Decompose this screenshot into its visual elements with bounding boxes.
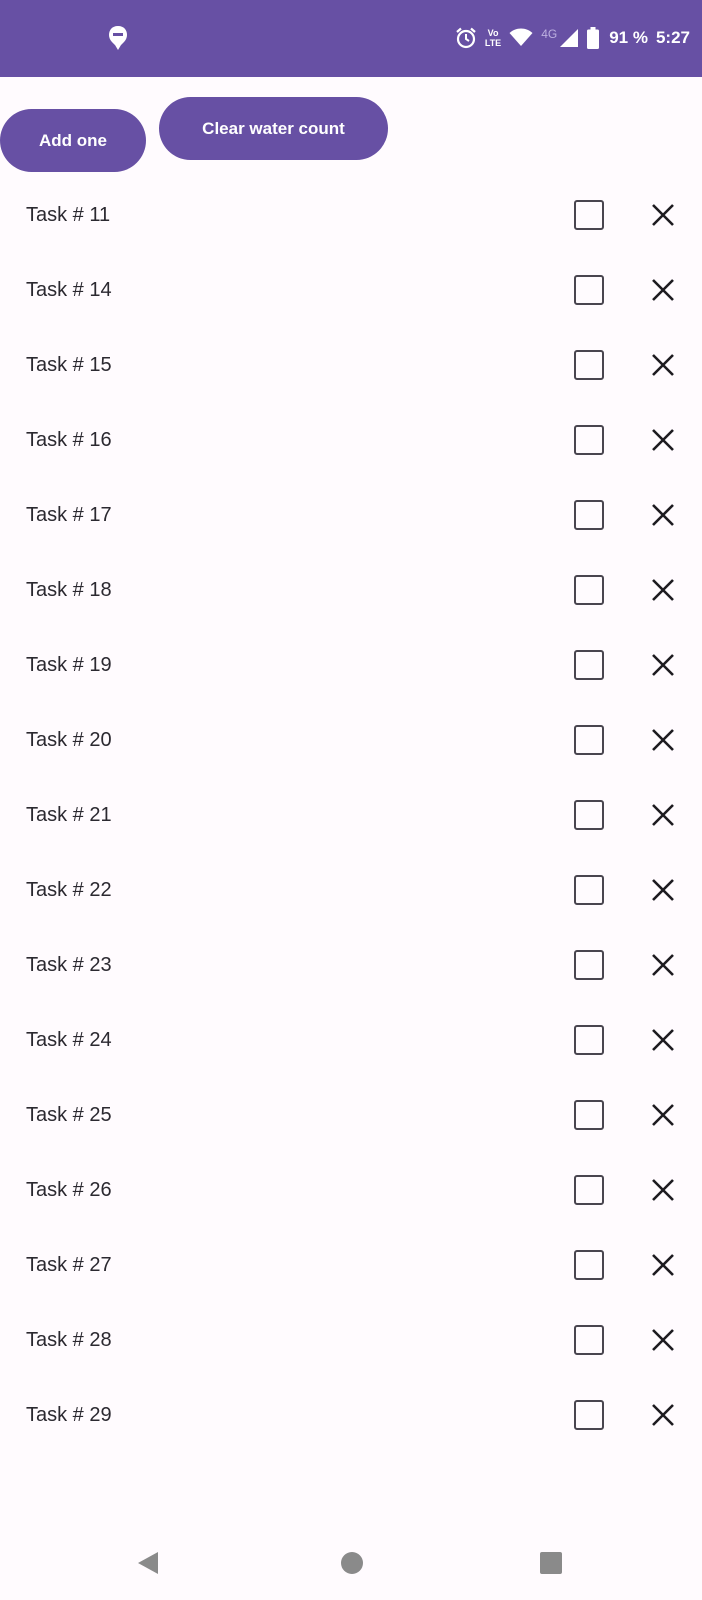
- task-checkbox[interactable]: [574, 1250, 604, 1280]
- task-label: Task # 20: [26, 729, 112, 751]
- task-row: Task # 24: [0, 1003, 702, 1078]
- close-icon[interactable]: [648, 575, 678, 605]
- task-row: Task # 25: [0, 1078, 702, 1153]
- alarm-icon: [455, 27, 477, 49]
- task-checkbox[interactable]: [574, 275, 604, 305]
- task-row: Task # 20: [0, 703, 702, 778]
- task-label: Task # 15: [26, 354, 112, 376]
- close-icon[interactable]: [648, 1025, 678, 1055]
- close-icon[interactable]: [648, 425, 678, 455]
- task-label: Task # 21: [26, 804, 112, 826]
- task-label: Task # 16: [26, 429, 112, 451]
- task-label: Task # 11: [26, 204, 111, 226]
- task-row: Task # 28: [0, 1303, 702, 1378]
- close-icon[interactable]: [648, 275, 678, 305]
- task-label: Task # 14: [26, 279, 112, 301]
- close-icon[interactable]: [648, 725, 678, 755]
- volte-icon: Vo LTE: [485, 28, 501, 48]
- app-notification-icon: [106, 24, 130, 52]
- task-row: Task # 21: [0, 778, 702, 853]
- close-icon[interactable]: [648, 650, 678, 680]
- task-row: Task # 26: [0, 1153, 702, 1228]
- add-one-button[interactable]: Add one: [0, 109, 146, 172]
- task-row: Task # 27: [0, 1228, 702, 1303]
- close-icon[interactable]: [648, 500, 678, 530]
- close-icon[interactable]: [648, 350, 678, 380]
- clear-water-count-button[interactable]: Clear water count: [159, 97, 388, 160]
- task-row: Task # 14: [0, 253, 702, 328]
- task-checkbox[interactable]: [574, 500, 604, 530]
- task-row: Task # 16: [0, 403, 702, 478]
- task-checkbox[interactable]: [574, 1025, 604, 1055]
- navigation-bar: [0, 1526, 702, 1600]
- battery-icon: [587, 27, 600, 49]
- volte-bottom-text: LTE: [484, 38, 502, 48]
- task-row: Task # 15: [0, 328, 702, 403]
- task-checkbox[interactable]: [574, 800, 604, 830]
- task-label: Task # 25: [26, 1104, 112, 1126]
- task-checkbox[interactable]: [574, 875, 604, 905]
- task-label: Task # 23: [26, 954, 112, 976]
- task-list: Task # 11 Task # 14 Task # 15 Task # 16 …: [0, 178, 702, 1453]
- close-icon[interactable]: [648, 1100, 678, 1130]
- status-bar: Vo LTE 4G 91 % 5:27: [0, 0, 702, 77]
- task-label: Task # 17: [26, 504, 112, 526]
- close-icon[interactable]: [648, 1175, 678, 1205]
- task-checkbox[interactable]: [574, 350, 604, 380]
- recents-icon[interactable]: [536, 1548, 566, 1578]
- task-row: Task # 22: [0, 853, 702, 928]
- close-icon[interactable]: [648, 1325, 678, 1355]
- close-icon[interactable]: [648, 800, 678, 830]
- task-label: Task # 24: [26, 1029, 112, 1051]
- back-icon[interactable]: [134, 1548, 164, 1578]
- task-checkbox[interactable]: [574, 1100, 604, 1130]
- task-checkbox[interactable]: [574, 1325, 604, 1355]
- task-row: Task # 17: [0, 478, 702, 553]
- action-bar: Add one Clear water count: [0, 77, 702, 177]
- task-label: Task # 19: [26, 654, 112, 676]
- volte-top-text: Vo: [487, 28, 499, 38]
- task-checkbox[interactable]: [574, 425, 604, 455]
- task-checkbox[interactable]: [574, 650, 604, 680]
- task-checkbox[interactable]: [574, 575, 604, 605]
- task-row: Task # 19: [0, 628, 702, 703]
- wifi-icon: [509, 28, 533, 48]
- task-checkbox[interactable]: [574, 950, 604, 980]
- task-checkbox[interactable]: [574, 1175, 604, 1205]
- task-label: Task # 26: [26, 1179, 112, 1201]
- task-label: Task # 29: [26, 1404, 112, 1426]
- task-checkbox[interactable]: [574, 200, 604, 230]
- clock: 5:27: [655, 28, 690, 47]
- network-type: 4G: [541, 27, 558, 41]
- close-icon[interactable]: [648, 1250, 678, 1280]
- task-row: Task # 11: [0, 178, 702, 253]
- close-icon[interactable]: [648, 200, 678, 230]
- close-icon[interactable]: [648, 1400, 678, 1430]
- close-icon[interactable]: [648, 875, 678, 905]
- task-row: Task # 29: [0, 1378, 702, 1453]
- task-checkbox[interactable]: [574, 725, 604, 755]
- task-label: Task # 28: [26, 1329, 112, 1351]
- battery-percentage: 91 %: [609, 28, 648, 47]
- home-icon[interactable]: [337, 1548, 367, 1578]
- task-label: Task # 27: [26, 1254, 112, 1276]
- status-icons: Vo LTE 4G 91 % 5:27: [455, 24, 690, 52]
- task-row: Task # 18: [0, 553, 702, 628]
- close-icon[interactable]: [648, 950, 678, 980]
- task-label: Task # 22: [26, 879, 112, 901]
- task-checkbox[interactable]: [574, 1400, 604, 1430]
- task-row: Task # 23: [0, 928, 702, 1003]
- task-label: Task # 18: [26, 579, 112, 601]
- signal-icon: [559, 28, 579, 48]
